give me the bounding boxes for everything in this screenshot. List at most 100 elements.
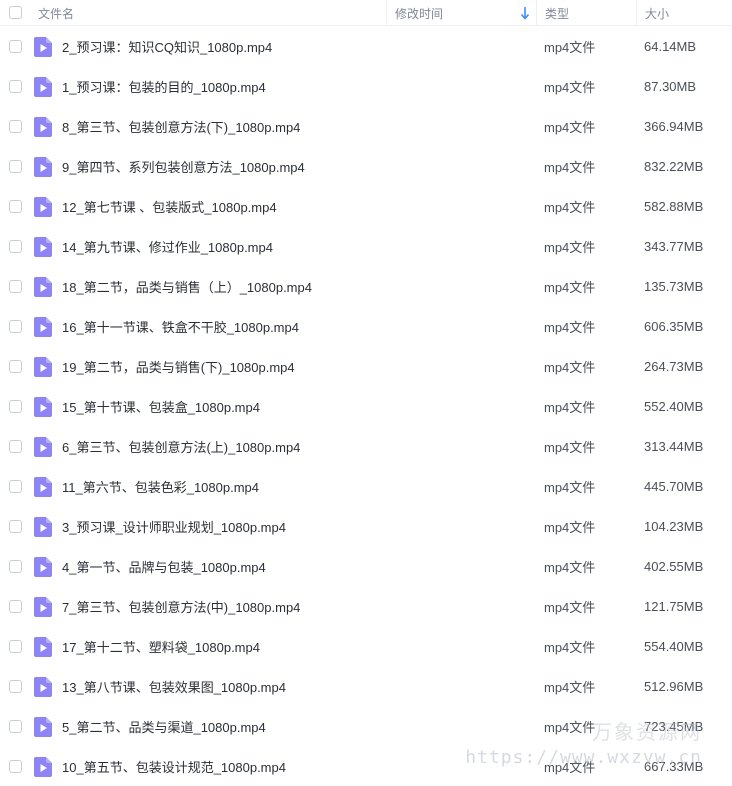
- file-type: mp4文件: [544, 639, 596, 655]
- file-type: mp4文件: [544, 559, 596, 575]
- file-size: 402.55MB: [644, 558, 704, 574]
- video-file-icon: [34, 277, 52, 297]
- file-name[interactable]: 3_预习课_设计师职业规划_1080p.mp4: [62, 506, 382, 546]
- file-name[interactable]: 4_第一节、品牌与包装_1080p.mp4: [62, 546, 382, 586]
- file-name[interactable]: 1_预习课：包装的目的_1080p.mp4: [62, 66, 382, 106]
- video-file-icon: [34, 117, 52, 137]
- column-header-type-label: 类型: [545, 6, 570, 21]
- select-all-checkbox[interactable]: [9, 6, 22, 19]
- video-file-icon: [34, 757, 52, 777]
- column-header-modified-time[interactable]: 修改时间: [386, 0, 536, 26]
- file-size: 121.75MB: [644, 598, 704, 614]
- video-file-icon: [34, 357, 52, 377]
- table-row[interactable]: 10_第五节、包装设计规范_1080p.mp4 mp4文件 667.33MB: [0, 746, 732, 786]
- row-checkbox[interactable]: [9, 160, 22, 173]
- file-type: mp4文件: [544, 359, 596, 375]
- row-checkbox[interactable]: [9, 200, 22, 213]
- row-checkbox[interactable]: [9, 520, 22, 533]
- row-checkbox[interactable]: [9, 560, 22, 573]
- video-file-icon: [34, 637, 52, 657]
- row-checkbox[interactable]: [9, 720, 22, 733]
- file-name[interactable]: 11_第六节、包装色彩_1080p.mp4: [62, 466, 382, 506]
- column-header-modified-time-label: 修改时间: [395, 6, 444, 21]
- video-file-icon: [34, 317, 52, 337]
- table-row[interactable]: 7_第三节、包装创意方法(中)_1080p.mp4 mp4文件 121.75MB: [0, 586, 732, 626]
- row-checkbox[interactable]: [9, 760, 22, 773]
- video-file-icon: [34, 677, 52, 697]
- table-row[interactable]: 13_第八节课、包装效果图_1080p.mp4 mp4文件 512.96MB: [0, 666, 732, 706]
- file-name[interactable]: 8_第三节、包装创意方法(下)_1080p.mp4: [62, 106, 382, 146]
- file-name[interactable]: 10_第五节、包装设计规范_1080p.mp4: [62, 746, 382, 786]
- file-name[interactable]: 13_第八节课、包装效果图_1080p.mp4: [62, 666, 382, 706]
- row-checkbox[interactable]: [9, 400, 22, 413]
- file-size: 512.96MB: [644, 678, 704, 694]
- row-checkbox[interactable]: [9, 360, 22, 373]
- row-checkbox[interactable]: [9, 240, 22, 253]
- file-size: 343.77MB: [644, 238, 704, 254]
- file-name[interactable]: 19_第二节，品类与销售(下)_1080p.mp4: [62, 346, 382, 386]
- file-type: mp4文件: [544, 279, 596, 295]
- video-file-icon: [34, 517, 52, 537]
- file-size: 64.14MB: [644, 38, 697, 54]
- row-checkbox[interactable]: [9, 120, 22, 133]
- table-row[interactable]: 2_预习课：知识CQ知识_1080p.mp4 mp4文件 64.14MB: [0, 26, 732, 66]
- file-name[interactable]: 2_预习课：知识CQ知识_1080p.mp4: [62, 26, 382, 66]
- table-row[interactable]: 19_第二节，品类与销售(下)_1080p.mp4 mp4文件 264.73MB: [0, 346, 732, 386]
- file-name[interactable]: 16_第十一节课、铁盒不干胶_1080p.mp4: [62, 306, 382, 346]
- table-row[interactable]: 18_第二节，品类与销售（上）_1080p.mp4 mp4文件 135.73MB: [0, 266, 732, 306]
- column-header-name[interactable]: 文件名: [38, 0, 386, 26]
- file-name[interactable]: 6_第三节、包装创意方法(上)_1080p.mp4: [62, 426, 382, 466]
- file-size: 832.22MB: [644, 158, 704, 174]
- arrow-down-icon[interactable]: [520, 6, 530, 20]
- file-type: mp4文件: [544, 159, 596, 175]
- file-type: mp4文件: [544, 719, 596, 735]
- file-size: 135.73MB: [644, 278, 704, 294]
- row-checkbox[interactable]: [9, 480, 22, 493]
- file-name[interactable]: 17_第十二节、塑料袋_1080p.mp4: [62, 626, 382, 666]
- video-file-icon: [34, 597, 52, 617]
- row-checkbox[interactable]: [9, 600, 22, 613]
- file-type: mp4文件: [544, 479, 596, 495]
- table-row[interactable]: 5_第二节、品类与渠道_1080p.mp4 mp4文件 723.45MB: [0, 706, 732, 746]
- table-row[interactable]: 14_第九节课、修过作业_1080p.mp4 mp4文件 343.77MB: [0, 226, 732, 266]
- video-file-icon: [34, 717, 52, 737]
- table-row[interactable]: 15_第十节课、包装盒_1080p.mp4 mp4文件 552.40MB: [0, 386, 732, 426]
- table-row[interactable]: 6_第三节、包装创意方法(上)_1080p.mp4 mp4文件 313.44MB: [0, 426, 732, 466]
- table-row[interactable]: 11_第六节、包装色彩_1080p.mp4 mp4文件 445.70MB: [0, 466, 732, 506]
- column-header-size[interactable]: 大小: [636, 0, 732, 26]
- file-name[interactable]: 18_第二节，品类与销售（上）_1080p.mp4: [62, 266, 382, 306]
- file-size: 606.35MB: [644, 318, 704, 334]
- row-checkbox[interactable]: [9, 680, 22, 693]
- file-size: 104.23MB: [644, 518, 704, 534]
- row-checkbox[interactable]: [9, 320, 22, 333]
- file-type: mp4文件: [544, 199, 596, 215]
- file-name[interactable]: 7_第三节、包装创意方法(中)_1080p.mp4: [62, 586, 382, 626]
- table-row[interactable]: 17_第十二节、塑料袋_1080p.mp4 mp4文件 554.40MB: [0, 626, 732, 666]
- file-list-header: 文件名 修改时间 类型 大小: [0, 0, 732, 26]
- file-size: 723.45MB: [644, 718, 704, 734]
- file-size: 445.70MB: [644, 478, 704, 494]
- file-type: mp4文件: [544, 759, 596, 775]
- file-name[interactable]: 14_第九节课、修过作业_1080p.mp4: [62, 226, 382, 266]
- file-type: mp4文件: [544, 119, 596, 135]
- row-checkbox[interactable]: [9, 280, 22, 293]
- row-checkbox[interactable]: [9, 40, 22, 53]
- row-checkbox[interactable]: [9, 440, 22, 453]
- file-name[interactable]: 15_第十节课、包装盒_1080p.mp4: [62, 386, 382, 426]
- row-checkbox[interactable]: [9, 80, 22, 93]
- row-checkbox[interactable]: [9, 640, 22, 653]
- table-row[interactable]: 1_预习课：包装的目的_1080p.mp4 mp4文件 87.30MB: [0, 66, 732, 106]
- table-row[interactable]: 4_第一节、品牌与包装_1080p.mp4 mp4文件 402.55MB: [0, 546, 732, 586]
- file-size: 554.40MB: [644, 638, 704, 654]
- file-name[interactable]: 12_第七节课 、包装版式_1080p.mp4: [62, 186, 382, 226]
- file-name[interactable]: 9_第四节、系列包装创意方法_1080p.mp4: [62, 146, 382, 186]
- table-row[interactable]: 16_第十一节课、铁盒不干胶_1080p.mp4 mp4文件 606.35MB: [0, 306, 732, 346]
- table-row[interactable]: 12_第七节课 、包装版式_1080p.mp4 mp4文件 582.88MB: [0, 186, 732, 226]
- file-name[interactable]: 5_第二节、品类与渠道_1080p.mp4: [62, 706, 382, 746]
- table-row[interactable]: 3_预习课_设计师职业规划_1080p.mp4 mp4文件 104.23MB: [0, 506, 732, 546]
- table-row[interactable]: 9_第四节、系列包装创意方法_1080p.mp4 mp4文件 832.22MB: [0, 146, 732, 186]
- table-row[interactable]: 8_第三节、包装创意方法(下)_1080p.mp4 mp4文件 366.94MB: [0, 106, 732, 146]
- video-file-icon: [34, 237, 52, 257]
- file-type: mp4文件: [544, 39, 596, 55]
- column-header-type[interactable]: 类型: [536, 0, 636, 26]
